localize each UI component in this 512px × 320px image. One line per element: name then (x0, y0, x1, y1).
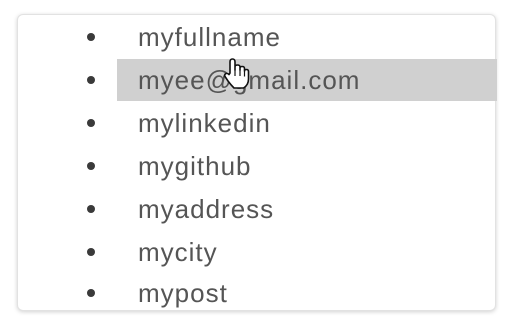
bullet-icon (87, 76, 95, 84)
bullet-icon (87, 248, 95, 256)
menu-item-label: mygithub (138, 151, 252, 181)
bullet-icon (87, 33, 95, 41)
bullet-icon (87, 119, 95, 127)
menu-item-github[interactable]: mygithub (18, 144, 495, 188)
menu-item-linkedin[interactable]: mylinkedin (18, 101, 495, 145)
menu-item-address[interactable]: myaddress (18, 187, 495, 231)
menu-item-label: mypost (138, 278, 228, 308)
menu-item-post[interactable]: mypost (18, 271, 495, 315)
menu-item-label: myaddress (138, 194, 275, 224)
menu-item-city[interactable]: mycity (18, 230, 495, 274)
bullet-icon (87, 162, 95, 170)
bullet-icon (87, 205, 95, 213)
menu-item-email[interactable]: myee@gmail.com (18, 58, 497, 102)
menu-item-label: myfullname (138, 22, 281, 52)
menu-item-label: myee@gmail.com (138, 65, 361, 95)
dropdown-menu: myfullname myee@gmail.com mylinkedin myg… (17, 14, 497, 311)
menu-item-label: mycity (138, 237, 218, 267)
bullet-icon (87, 289, 95, 297)
menu-item-fullname[interactable]: myfullname (18, 15, 495, 59)
menu-item-label: mylinkedin (138, 108, 271, 138)
